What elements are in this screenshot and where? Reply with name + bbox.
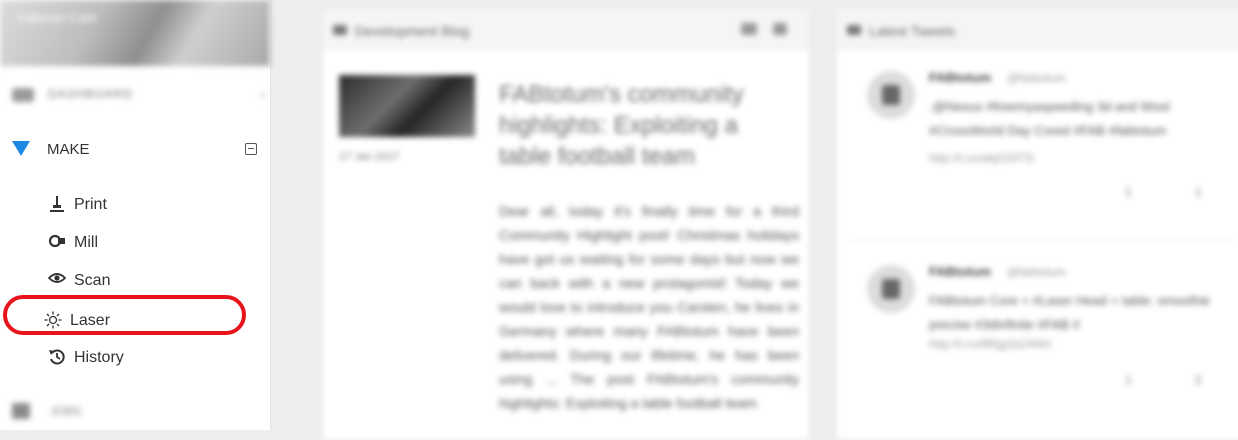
tweet-link[interactable]: http://t.co/abjGSf72i bbox=[929, 151, 1034, 165]
sidebar-item-history[interactable]: History bbox=[48, 346, 248, 370]
tweet-item: FABtotum @fabtotum FABtotum Core + #Lase… bbox=[837, 259, 1232, 439]
tweet-text: FABtotum Core + #Laser Head + table: smo… bbox=[929, 293, 1211, 332]
printer-icon bbox=[48, 195, 66, 213]
dashboard-label: DASHBOARD bbox=[48, 87, 134, 101]
tweet-divider bbox=[849, 241, 1232, 242]
tweet-link[interactable]: http://t.co/9Rjg1bZ4NH bbox=[929, 337, 1051, 351]
tweet-author[interactable]: FABtotum bbox=[929, 264, 991, 279]
collapse-sidebar-icon[interactable]: « bbox=[260, 90, 266, 102]
history-label: History bbox=[74, 349, 124, 366]
sidebar-item-jobs[interactable]: JOBS bbox=[8, 400, 208, 422]
mill-icon bbox=[48, 233, 66, 251]
dashboard-icon bbox=[12, 88, 34, 102]
retweet-count[interactable]: 1 bbox=[1125, 185, 1132, 199]
retweet-count[interactable]: 1 bbox=[1125, 373, 1132, 387]
refresh-icon[interactable] bbox=[741, 23, 757, 35]
make-label: MAKE bbox=[47, 141, 90, 158]
avatar[interactable] bbox=[867, 71, 915, 119]
sidebar-banner: Fabman Cam bbox=[0, 0, 270, 66]
history-icon bbox=[48, 348, 66, 366]
sidebar: Fabman Cam DASHBOARD « MAKE Print Mill S… bbox=[0, 0, 271, 430]
favorite-count[interactable]: 2 bbox=[1195, 373, 1202, 387]
blog-icon bbox=[333, 25, 347, 35]
sidebar-item-scan[interactable]: Scan bbox=[47, 269, 248, 293]
tweet-item: FABtotum @fabtotum .@Nexus #freemyaspeed… bbox=[837, 65, 1232, 245]
laser-highlight-annotation bbox=[3, 295, 246, 335]
tweets-panel-title: Latest Tweets bbox=[869, 23, 956, 39]
tweet-handle[interactable]: @fabtotum bbox=[1007, 71, 1066, 85]
tweets-panel: Latest Tweets FABtotum @fabtotum .@Nexus… bbox=[836, 8, 1238, 440]
sidebar-item-make[interactable]: MAKE bbox=[10, 136, 265, 162]
avatar[interactable] bbox=[867, 265, 915, 313]
banner-text: Fabman Cam bbox=[18, 10, 97, 25]
scan-label: Scan bbox=[74, 272, 111, 289]
collapse-icon[interactable] bbox=[245, 143, 257, 155]
triangle-down-icon bbox=[12, 141, 30, 156]
blog-post-image[interactable] bbox=[339, 75, 475, 137]
blog-panel: Development Blog 17 Jan 2017 FABtotum's … bbox=[322, 8, 810, 440]
mill-label: Mill bbox=[74, 234, 98, 251]
tweet-text: .@Nexus #freemyaspeeding 3d and Wool #Cr… bbox=[929, 99, 1170, 138]
expand-icon[interactable] bbox=[773, 23, 787, 35]
blog-post-title[interactable]: FABtotum's community highlights: Exploit… bbox=[499, 79, 789, 172]
tweets-panel-header: Latest Tweets bbox=[837, 9, 1238, 50]
tweet-handle[interactable]: @fabtotum bbox=[1007, 265, 1066, 279]
eye-icon bbox=[47, 271, 67, 289]
sidebar-item-dashboard[interactable]: DASHBOARD « bbox=[8, 84, 268, 106]
blog-panel-header: Development Blog bbox=[323, 9, 809, 50]
jobs-label: JOBS bbox=[50, 404, 82, 418]
blog-panel-title: Development Blog bbox=[355, 23, 470, 39]
sidebar-item-print[interactable]: Print bbox=[48, 193, 248, 217]
print-label: Print bbox=[74, 196, 107, 213]
sidebar-item-mill[interactable]: Mill bbox=[48, 231, 248, 255]
blog-post-date: 17 Jan 2017 bbox=[339, 151, 400, 163]
twitter-icon bbox=[847, 25, 861, 35]
jobs-icon bbox=[12, 403, 30, 419]
favorite-count[interactable]: 1 bbox=[1195, 185, 1202, 199]
tweet-author[interactable]: FABtotum bbox=[929, 70, 991, 85]
blog-post-body: Dear all, today it's finally time for a … bbox=[499, 203, 799, 411]
